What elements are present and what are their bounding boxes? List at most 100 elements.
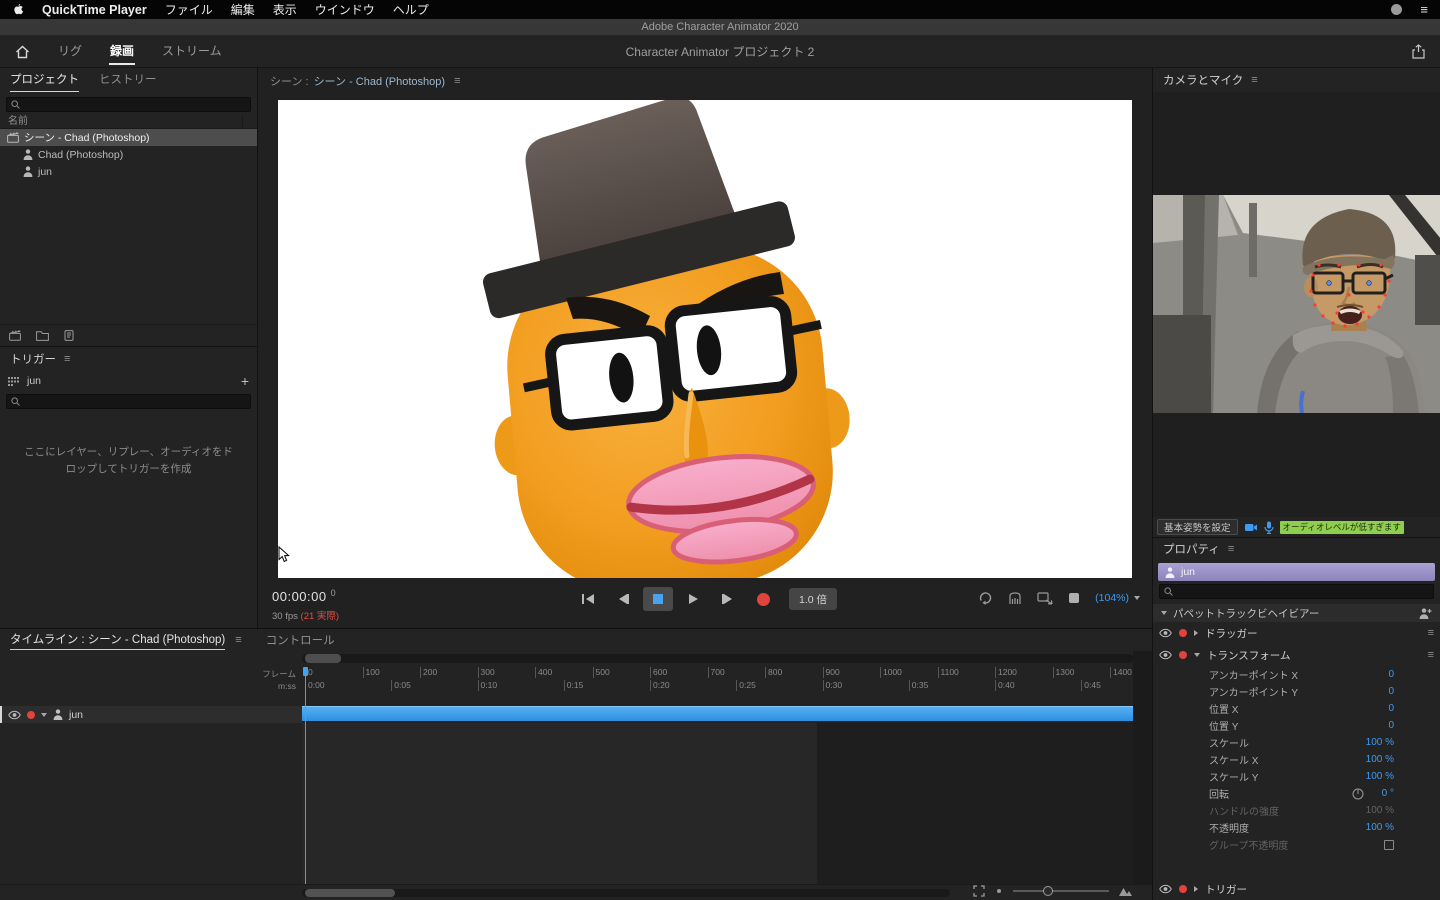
property-value[interactable]: 100 %: [1366, 754, 1394, 765]
record-arm-dot[interactable]: [1179, 885, 1187, 893]
fit-timeline-icon[interactable]: [973, 885, 985, 897]
playhead-handle[interactable]: [303, 667, 308, 676]
timeline-overview-scrollbar[interactable]: [302, 654, 1133, 663]
behavior-row-transform[interactable]: トランスフォーム ≡: [1153, 644, 1440, 666]
stage-zoom-select[interactable]: (104%): [1095, 592, 1140, 604]
new-folder-icon[interactable]: [36, 331, 49, 341]
panel-menu-icon[interactable]: ≡: [235, 635, 241, 646]
behavior-row-dragger[interactable]: ドラッガー ≡: [1153, 622, 1440, 644]
property-value[interactable]: 0: [1388, 686, 1394, 697]
property-value[interactable]: 0: [1388, 669, 1394, 680]
scene-breadcrumb-name[interactable]: シーン - Chad (Photoshop): [314, 73, 446, 89]
apple-menu-icon[interactable]: [12, 3, 24, 16]
record-arm-dot[interactable]: [27, 711, 35, 719]
loop-icon[interactable]: [978, 591, 993, 605]
delete-item-icon[interactable]: [64, 330, 74, 341]
zoom-out-icon[interactable]: [995, 887, 1003, 895]
panel-menu-icon[interactable]: ≡: [454, 76, 460, 87]
playhead[interactable]: [305, 667, 306, 884]
record-arm-dot[interactable]: [1179, 629, 1187, 637]
property-value[interactable]: 100 %: [1366, 737, 1394, 748]
set-rest-pose-button[interactable]: 基本姿勢を設定: [1157, 519, 1238, 535]
eye-icon[interactable]: [1159, 628, 1172, 638]
chevron-right-icon[interactable]: [1194, 886, 1198, 892]
timeline-horizontal-scrollbar[interactable]: [302, 889, 950, 897]
trigger-search-input[interactable]: [24, 396, 246, 407]
play-button[interactable]: [678, 587, 708, 611]
stop-button[interactable]: [643, 587, 673, 611]
property-value[interactable]: 100 %: [1366, 771, 1394, 782]
menubar-item[interactable]: ウインドウ: [315, 1, 375, 18]
properties-search-input[interactable]: [1177, 586, 1429, 597]
selected-puppet-row[interactable]: jun: [1158, 563, 1435, 581]
trigger-panel-title[interactable]: トリガー: [10, 351, 56, 367]
behaviors-section-header[interactable]: パペットトラックビヘイビアー: [1153, 604, 1440, 622]
properties-title[interactable]: プロパティ: [1163, 541, 1220, 557]
project-item[interactable]: Chad (Photoshop): [0, 146, 257, 163]
menubar-item[interactable]: ファイル: [165, 1, 213, 18]
tab-history[interactable]: ヒストリー: [99, 68, 157, 94]
track-header-jun[interactable]: jun: [0, 706, 302, 723]
behavior-menu-icon[interactable]: ≡: [1428, 650, 1434, 661]
add-behavior-icon[interactable]: [1419, 608, 1432, 619]
eye-icon[interactable]: [1159, 884, 1172, 894]
name-column-header[interactable]: 名前: [0, 115, 257, 129]
chevron-right-icon[interactable]: [1194, 630, 1198, 636]
timeline-tab[interactable]: タイムライン : シーン - Chad (Photoshop): [10, 631, 225, 649]
eye-icon[interactable]: [1159, 650, 1172, 660]
workspace-tab[interactable]: リグ: [44, 36, 96, 68]
trigger-set-row[interactable]: jun +: [0, 371, 257, 391]
property-value[interactable]: 0: [1388, 720, 1394, 731]
record-arm-dot[interactable]: [1179, 651, 1187, 659]
timeline-work-area[interactable]: [302, 723, 817, 884]
timeline-zoom-handle[interactable]: [1043, 886, 1053, 896]
record-button[interactable]: [748, 587, 778, 611]
microphone-icon[interactable]: [1264, 521, 1274, 534]
panel-menu-icon[interactable]: ≡: [64, 354, 70, 365]
project-item[interactable]: シーン - Chad (Photoshop): [0, 129, 257, 146]
project-search-input[interactable]: [24, 99, 246, 110]
property-value[interactable]: 0: [1388, 703, 1394, 714]
behavior-menu-icon[interactable]: ≡: [1428, 628, 1434, 639]
new-scene-icon[interactable]: [9, 330, 21, 341]
panel-menu-icon[interactable]: ≡: [1228, 544, 1234, 555]
rotation-dial-icon[interactable]: [1352, 788, 1364, 800]
menubar-item[interactable]: 編集: [231, 1, 255, 18]
timeline-ruler[interactable]: 0100200300400500600700800900100011001200…: [302, 667, 1133, 695]
property-value[interactable]: 100 %: [1366, 822, 1394, 833]
camera-mic-title[interactable]: カメラとマイク: [1163, 72, 1243, 88]
track-take-bar[interactable]: [302, 706, 1133, 721]
workspace-tab[interactable]: 録画: [96, 36, 148, 68]
screen-record-indicator-icon[interactable]: [1391, 4, 1402, 15]
menubar-app-name[interactable]: QuickTime Player: [42, 3, 147, 17]
menubar-item[interactable]: ヘルプ: [393, 1, 429, 18]
panel-menu-icon[interactable]: ≡: [1251, 75, 1257, 86]
property-value[interactable]: 0 °: [1382, 788, 1394, 799]
property-value[interactable]: 100 %: [1366, 805, 1394, 816]
behavior-row-trigger[interactable]: トリガー: [1153, 878, 1440, 900]
live-output-icon[interactable]: [1037, 592, 1053, 605]
workspace-tab[interactable]: ストリーム: [148, 36, 236, 68]
snapshot-icon[interactable]: [1008, 591, 1022, 605]
scene-stage[interactable]: [278, 100, 1132, 578]
group-opacity-checkbox[interactable]: [1384, 840, 1394, 850]
camera-icon[interactable]: [1244, 522, 1258, 533]
home-button[interactable]: [0, 45, 44, 59]
chevron-down-icon[interactable]: [1194, 653, 1200, 657]
add-trigger-button[interactable]: +: [241, 374, 249, 388]
project-search[interactable]: [6, 97, 251, 112]
share-icon[interactable]: [1411, 44, 1426, 59]
menubar-item[interactable]: 表示: [273, 1, 297, 18]
previous-frame-button[interactable]: [608, 587, 638, 611]
properties-search[interactable]: [1159, 584, 1434, 599]
tab-project[interactable]: プロジェクト: [10, 68, 79, 94]
menubar-list-icon[interactable]: ≡: [1420, 3, 1428, 16]
render-quality-icon[interactable]: [1068, 592, 1080, 604]
timeline-zoom-slider[interactable]: [1013, 890, 1109, 892]
project-item[interactable]: jun: [0, 163, 257, 180]
controls-tab[interactable]: コントロール: [266, 632, 335, 648]
playback-speed-button[interactable]: 1.0 倍: [789, 588, 837, 610]
go-to-start-button[interactable]: [573, 587, 603, 611]
zoom-in-mountain-icon[interactable]: [1119, 886, 1132, 896]
next-frame-button[interactable]: [713, 587, 743, 611]
